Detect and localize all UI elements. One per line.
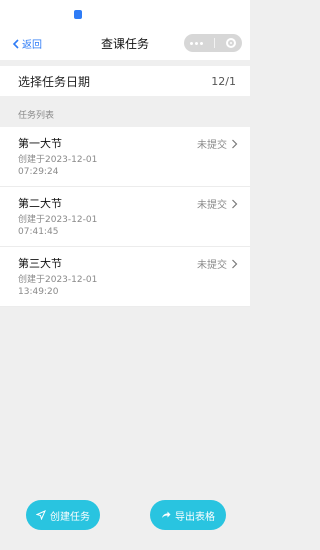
export-table-button[interactable]: 导出表格 <box>150 500 226 530</box>
share-icon <box>162 511 171 518</box>
chevron-right-icon <box>232 139 238 148</box>
mini-program-capsule <box>184 34 242 52</box>
task-status: 未提交 <box>197 196 238 211</box>
task-item[interactable]: 第二大节 创建于2023-12-01 07:41:45 未提交 <box>0 187 250 247</box>
task-created-time: 13:49:20 <box>18 287 59 297</box>
create-task-button[interactable]: 创建任务 <box>26 500 100 530</box>
task-created: 创建于2023-12-01 13:49:20 <box>18 274 238 298</box>
task-status-label: 未提交 <box>197 260 227 271</box>
task-created-date: 创建于2023-12-01 <box>18 155 98 165</box>
nav-bar: 返回 查课任务 <box>0 26 250 60</box>
task-created-time: 07:41:45 <box>18 227 59 237</box>
task-status: 未提交 <box>197 256 238 271</box>
capsule-divider <box>214 38 215 48</box>
chevron-right-icon <box>232 199 238 208</box>
task-status-label: 未提交 <box>197 140 227 151</box>
date-selector-value: 12/1 <box>211 74 236 88</box>
send-icon <box>36 510 46 520</box>
task-created: 创建于2023-12-01 07:41:45 <box>18 214 238 238</box>
create-task-label: 创建任务 <box>50 511 90 523</box>
date-selector-label: 选择任务日期 <box>18 74 91 89</box>
status-bar <box>0 0 250 26</box>
task-created-time: 07:29:24 <box>18 167 59 177</box>
task-created: 创建于2023-12-01 07:29:24 <box>18 154 238 178</box>
task-item[interactable]: 第一大节 创建于2023-12-01 07:29:24 未提交 <box>0 127 250 187</box>
date-selector[interactable]: 选择任务日期 12/1 <box>0 66 250 96</box>
task-created-date: 创建于2023-12-01 <box>18 215 98 225</box>
task-list-heading: 任务列表 <box>18 111 55 121</box>
export-table-label: 导出表格 <box>175 511 215 523</box>
more-dots-icon[interactable] <box>190 41 203 45</box>
task-status: 未提交 <box>197 136 238 151</box>
task-item[interactable]: 第三大节 创建于2023-12-01 13:49:20 未提交 <box>0 247 250 307</box>
app-status-icon <box>74 10 82 19</box>
task-created-date: 创建于2023-12-01 <box>18 275 98 285</box>
task-status-label: 未提交 <box>197 200 227 211</box>
chevron-right-icon <box>232 259 238 268</box>
close-target-icon[interactable] <box>226 38 236 48</box>
